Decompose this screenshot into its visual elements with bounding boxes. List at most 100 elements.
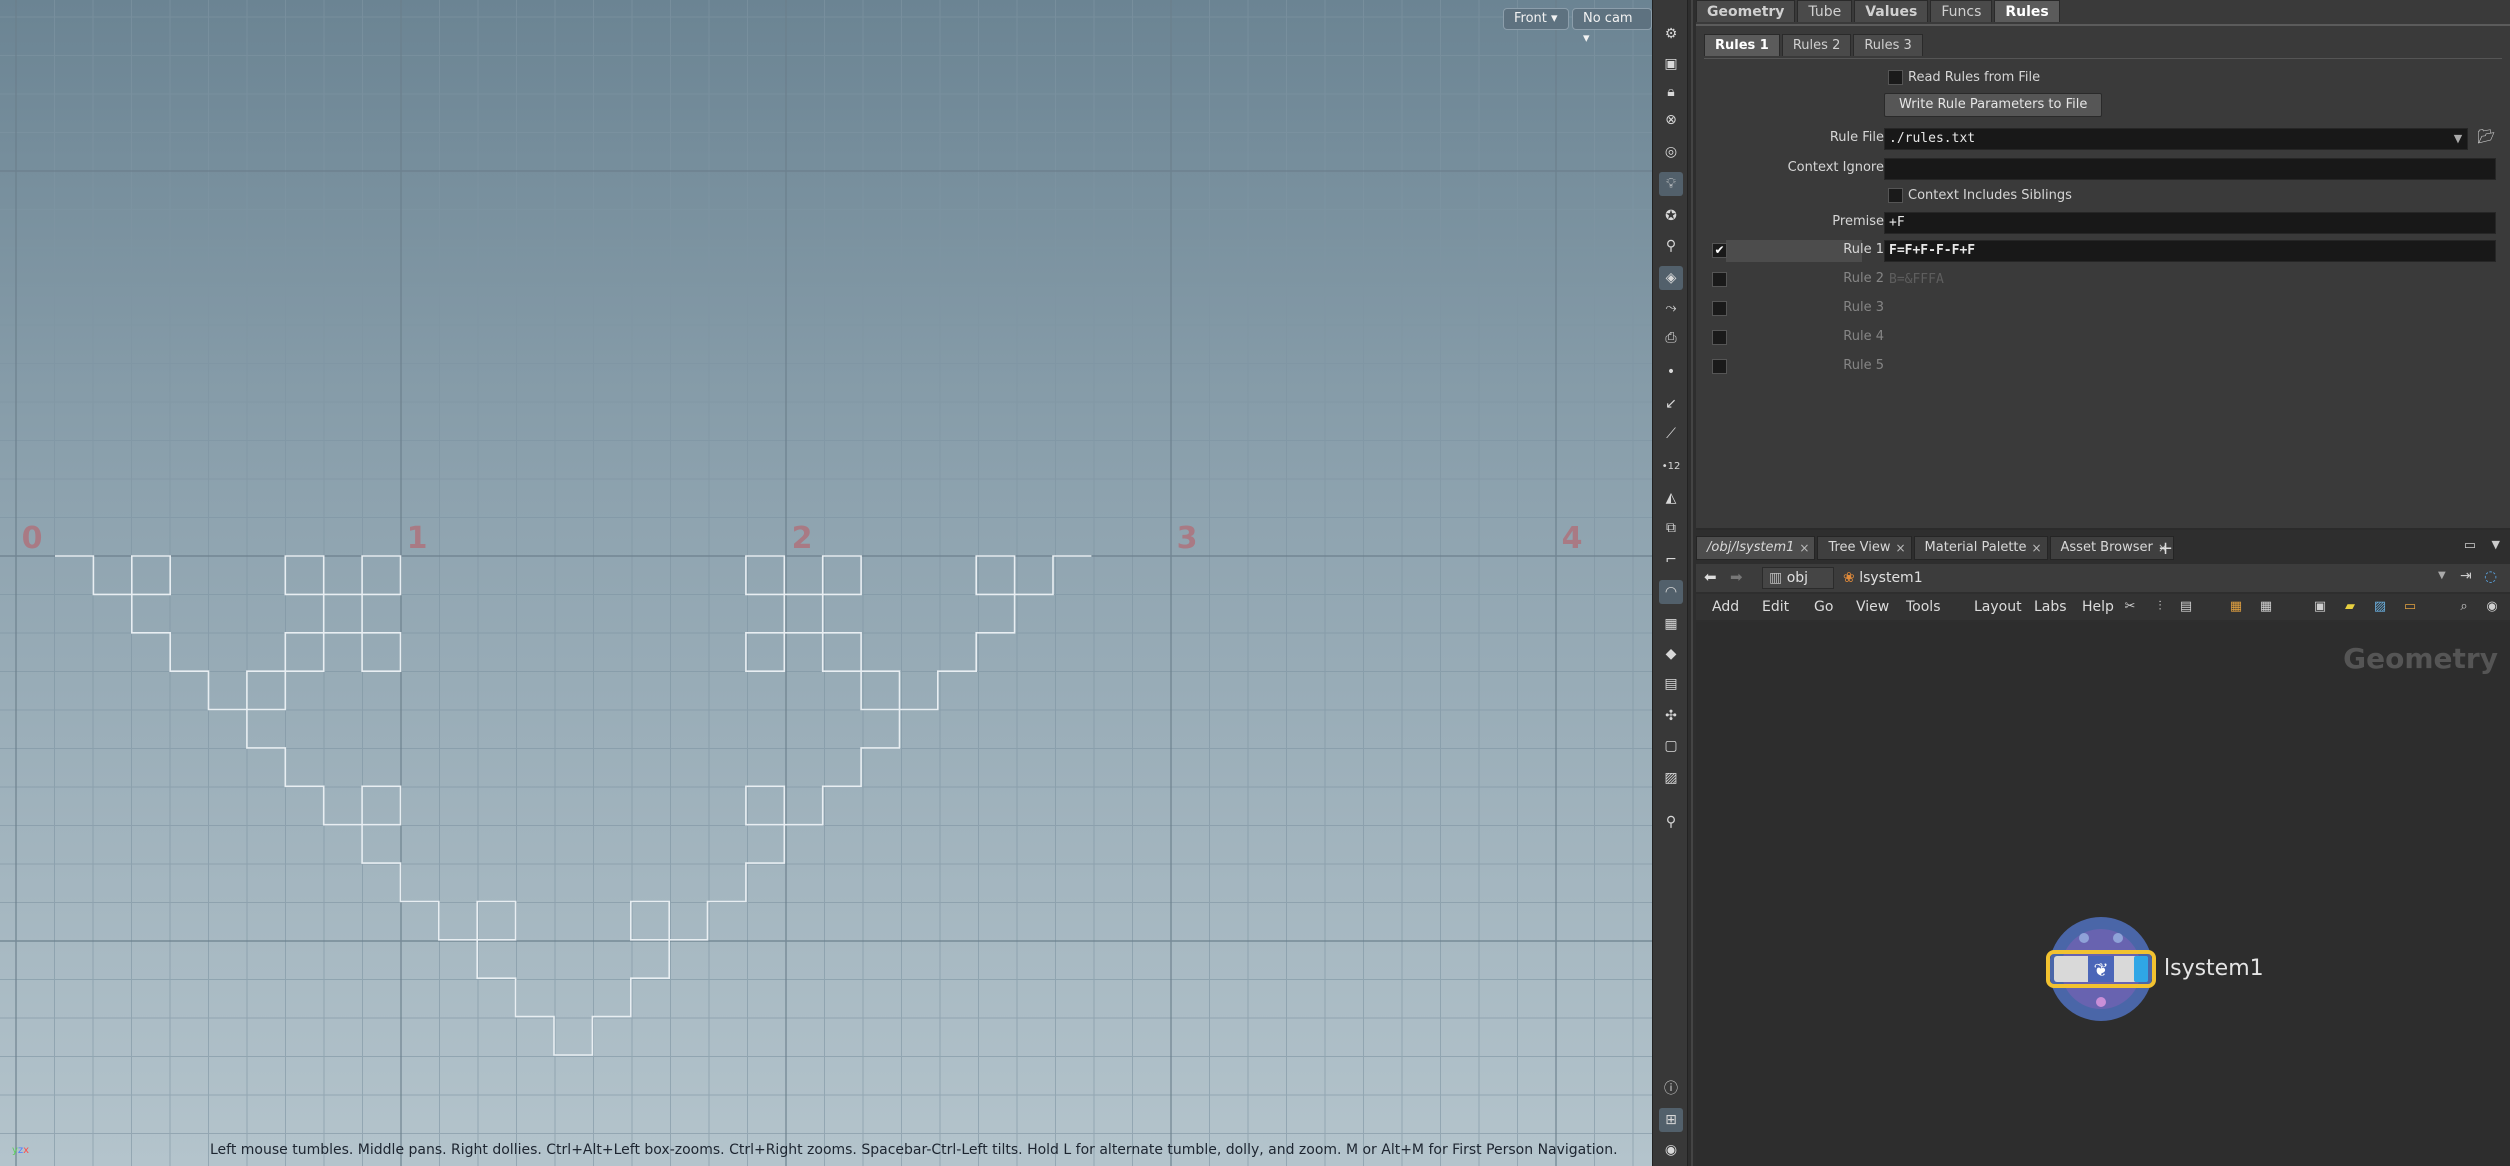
network-tab[interactable]: Tree View × — [1817, 536, 1912, 560]
light-bulb-icon[interactable]: 💡︎ — [1659, 172, 1683, 196]
forward-arrow-icon[interactable]: ➡ — [1730, 568, 1743, 586]
camera-icon[interactable]: ⎙ — [1659, 326, 1683, 350]
map-icon[interactable]: ▤ — [1659, 672, 1683, 696]
image-icon[interactable]: ▨ — [2370, 597, 2390, 617]
pane-splitter[interactable] — [1688, 0, 1696, 1166]
rule-label: Rule 1 — [1843, 242, 1884, 257]
rule-field[interactable]: B=&FFFA — [1884, 269, 2496, 291]
pane-menu-icon[interactable]: ▭ — [2464, 538, 2476, 553]
menu-view[interactable]: View — [1856, 596, 1889, 618]
pane-chevron-icon[interactable]: ▼ — [2492, 538, 2500, 551]
display-options-icon[interactable]: ⚙ — [1659, 22, 1683, 46]
scene-viewport[interactable]: 0 1 2 3 4 Front ▾ No cam ▾ Left mouse tumble… — [0, 0, 1652, 1166]
network-tab[interactable]: Material Palette × — [1913, 536, 2048, 560]
context-ignore-field[interactable] — [1884, 158, 2496, 180]
menu-go[interactable]: Go — [1814, 596, 1833, 618]
chevron-down-icon[interactable]: ▼ — [2448, 129, 2468, 149]
tree-icon[interactable]: ⫶ — [2150, 597, 2170, 617]
menu-labs[interactable]: Labs — [2034, 596, 2067, 618]
close-icon[interactable]: × — [1895, 537, 1905, 559]
context-siblings-checkbox[interactable] — [1888, 188, 1903, 203]
path-root[interactable]: ▥ obj — [1762, 567, 1834, 589]
layout-grid-icon[interactable]: ⊞ — [1659, 1108, 1683, 1132]
camera-view-button[interactable]: Front ▾ — [1503, 8, 1569, 30]
subtab-rules-1[interactable]: Rules 1 — [1704, 34, 1780, 56]
rule-field[interactable] — [1884, 327, 2496, 349]
tab-rules[interactable]: Rules — [1994, 0, 2060, 22]
list-icon[interactable]: ▤ — [2176, 597, 2196, 617]
tab-geometry[interactable]: Geometry — [1696, 0, 1796, 22]
point-numbers-icon[interactable]: •12 — [1659, 454, 1683, 478]
tab-tube[interactable]: Tube — [1797, 0, 1853, 22]
lsystem-node[interactable]: ❦ — [2046, 914, 2156, 1024]
visibility-eye-icon[interactable]: ◉ — [1659, 1138, 1683, 1162]
parameters-icon[interactable]: ▣ — [2310, 597, 2330, 617]
info-icon[interactable]: ⓘ — [1659, 1076, 1683, 1100]
search-icon[interactable]: ⌕ — [2454, 597, 2474, 617]
rule-enable-checkbox[interactable] — [1712, 272, 1727, 287]
tools-wrench-icon[interactable]: ✂ — [2120, 597, 2140, 617]
checker-icon[interactable]: ▦ — [1659, 612, 1683, 636]
premise-field[interactable]: +F — [1884, 212, 2496, 234]
normals-icon[interactable]: ↙ — [1659, 392, 1683, 416]
network-tab[interactable]: /obj/lsystem1 × — [1696, 536, 1816, 560]
lock-icon[interactable]: 🔒︎ — [1659, 80, 1683, 104]
path-chevron-icon[interactable]: ▼ — [2438, 570, 2446, 581]
snapshot-icon[interactable]: ▣ — [1659, 52, 1683, 76]
tile-icon[interactable]: ▦ — [2256, 597, 2276, 617]
rule-enable-checkbox[interactable] — [1712, 301, 1727, 316]
network-canvas[interactable]: Geometry ❦ lsystem1 — [1696, 622, 2510, 1166]
camera-path-icon[interactable]: ⤳ — [1659, 296, 1683, 320]
frame-icon[interactable]: ▢ — [1659, 734, 1683, 758]
menu-layout[interactable]: Layout — [1974, 596, 2022, 618]
rule-field[interactable] — [1884, 356, 2496, 378]
guide-icon[interactable]: ⌐ — [1659, 548, 1683, 572]
background-image-icon[interactable]: ▨ — [1659, 766, 1683, 790]
add-tab-icon[interactable]: + — [2158, 538, 2173, 559]
tab-funcs[interactable]: Funcs — [1930, 0, 1993, 22]
path-node[interactable]: ❀ lsystem1 — [1836, 567, 2434, 589]
close-icon[interactable]: × — [1799, 537, 1809, 559]
primitive-icon[interactable]: ◭ — [1659, 486, 1683, 510]
box-icon[interactable]: ▭ — [2400, 597, 2420, 617]
menu-add[interactable]: Add — [1712, 596, 1739, 618]
menu-tools[interactable]: Tools — [1906, 596, 1941, 618]
rule-enable-checkbox[interactable] — [1712, 330, 1727, 345]
point-icon[interactable]: • — [1659, 360, 1683, 384]
grid-icon[interactable]: ▦ — [2226, 597, 2246, 617]
file-chooser-icon[interactable]: 📂︎ — [2476, 129, 2496, 149]
pin-icon[interactable]: ⇥ — [2460, 568, 2472, 584]
rule-field[interactable] — [1884, 298, 2496, 320]
node-name[interactable]: lsystem1 — [2164, 956, 2264, 981]
sticky-note-icon[interactable]: ▰ — [2340, 597, 2360, 617]
link-sync-icon[interactable]: ◌ — [2484, 567, 2497, 585]
headlight-icon[interactable]: ✪ — [1659, 204, 1683, 228]
write-rules-button[interactable]: Write Rule Parameters to File — [1884, 93, 2103, 117]
rule-row: ✔ Rule 1 F=F+F-F-F+F — [1696, 238, 2510, 264]
cube-icon[interactable]: ◆ — [1659, 642, 1683, 666]
subtab-rules-2[interactable]: Rules 2 — [1781, 34, 1852, 56]
back-arrow-icon[interactable]: ⬅ — [1704, 568, 1717, 586]
subtab-rules-3[interactable]: Rules 3 — [1853, 34, 1923, 56]
pin-light-icon[interactable]: ⚲ — [1659, 234, 1683, 258]
rule-enable-checkbox[interactable]: ✔ — [1712, 243, 1727, 258]
location-icon[interactable]: ⚲ — [1659, 810, 1683, 834]
ghost-icon[interactable]: ◎ — [1659, 140, 1683, 164]
rule-file-field[interactable]: ./rules.txt — [1884, 128, 2468, 150]
read-rules-checkbox[interactable] — [1888, 70, 1903, 85]
menu-help[interactable]: Help — [2082, 596, 2114, 618]
close-circle-icon[interactable]: ⊗ — [1659, 108, 1683, 132]
close-icon[interactable]: × — [2031, 537, 2041, 559]
network-tab[interactable]: Asset Browser × — [2049, 536, 2174, 560]
tab-values[interactable]: Values — [1854, 0, 1929, 22]
link-icon[interactable]: ✣ — [1659, 704, 1683, 728]
shading-icon[interactable]: ◈ — [1659, 266, 1683, 290]
eye-icon[interactable]: ◉ — [2482, 597, 2502, 617]
camera-select-button[interactable]: No cam ▾ — [1572, 8, 1652, 46]
wire-icon[interactable]: ⧉ — [1659, 516, 1683, 540]
flat-icon[interactable]: ◠ — [1659, 580, 1683, 604]
rule-enable-checkbox[interactable] — [1712, 359, 1727, 374]
menu-edit[interactable]: Edit — [1762, 596, 1789, 618]
rule-field[interactable]: F=F+F-F-F+F — [1884, 240, 2496, 262]
brush-icon[interactable]: ⟋ — [1659, 422, 1683, 446]
